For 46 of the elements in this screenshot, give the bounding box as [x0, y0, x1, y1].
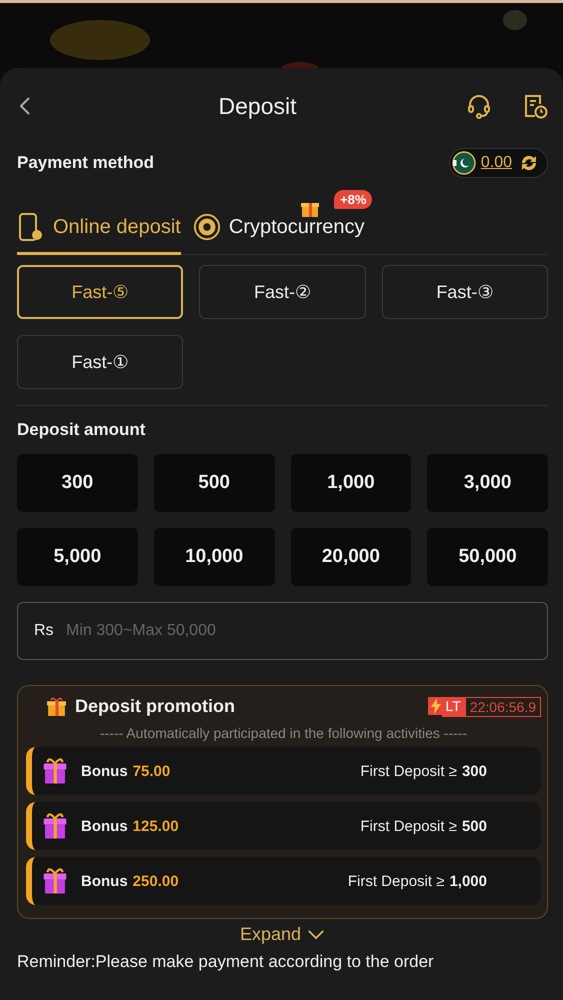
section-title: Payment method	[17, 153, 154, 173]
timer-value: 22:06:56.9	[464, 696, 541, 716]
channel-option[interactable]: Fast-③	[382, 265, 548, 319]
history-icon[interactable]	[522, 93, 548, 119]
amount-option[interactable]: 1,000	[290, 454, 412, 512]
bonus-amount: 125.00	[132, 818, 180, 834]
chevron-down-icon	[307, 929, 326, 940]
bonus-condition: First Deposit ≥	[360, 762, 457, 780]
amount-option[interactable]: 50,000	[427, 528, 548, 586]
promotion-title: Deposit promotion	[75, 696, 236, 717]
promotion-subtitle: ----- Automatically participated in the following activities -----	[98, 725, 468, 741]
bonus-label: Bonus	[81, 872, 128, 890]
amount-option[interactable]: 300	[17, 454, 138, 512]
amount-option[interactable]: 10,000	[154, 528, 274, 586]
bonus-badge: +8%	[334, 190, 372, 209]
flag-icon	[452, 151, 476, 175]
payment-tab[interactable]: Online deposit	[17, 212, 181, 255]
bonus-condition: First Deposit ≥	[348, 872, 444, 890]
phone-icon	[17, 212, 45, 242]
deposit-threshold: 500	[462, 818, 487, 834]
balance-amount[interactable]: 0.00	[480, 154, 512, 172]
channel-option[interactable]: Fast-⑤	[17, 265, 184, 319]
lightning-icon	[428, 696, 442, 714]
bonus-amount: 75.00	[132, 762, 172, 780]
channel-option[interactable]: Fast-①	[17, 335, 184, 389]
bonus-label: Bonus	[81, 762, 128, 780]
coin-icon	[192, 212, 221, 242]
timer-tag: LT	[442, 696, 465, 716]
gift-icon	[46, 696, 67, 717]
amount-option[interactable]: 3,000	[427, 454, 548, 512]
amount-option[interactable]: 20,000	[290, 528, 412, 586]
section-title: Deposit amount	[17, 420, 146, 440]
reminder-text: Reminder:Please make payment according to the order	[17, 952, 435, 972]
bonus-label: Bonus	[81, 818, 128, 834]
amount-option[interactable]: 500	[154, 454, 274, 512]
currency-label: Rs	[34, 622, 54, 640]
headset-icon[interactable]	[466, 93, 492, 119]
expand-button[interactable]: Expand	[234, 923, 332, 946]
deposit-threshold: 1,000	[449, 872, 487, 890]
channel-option[interactable]: Fast-②	[199, 265, 366, 319]
bonus-amount: 250.00	[132, 872, 180, 890]
amount-option[interactable]: 5,000	[17, 528, 138, 586]
page-title: Deposit	[218, 92, 298, 120]
bonus-condition: First Deposit ≥	[360, 818, 457, 834]
back-icon[interactable]	[19, 96, 31, 116]
deposit-threshold: 300	[462, 762, 487, 780]
